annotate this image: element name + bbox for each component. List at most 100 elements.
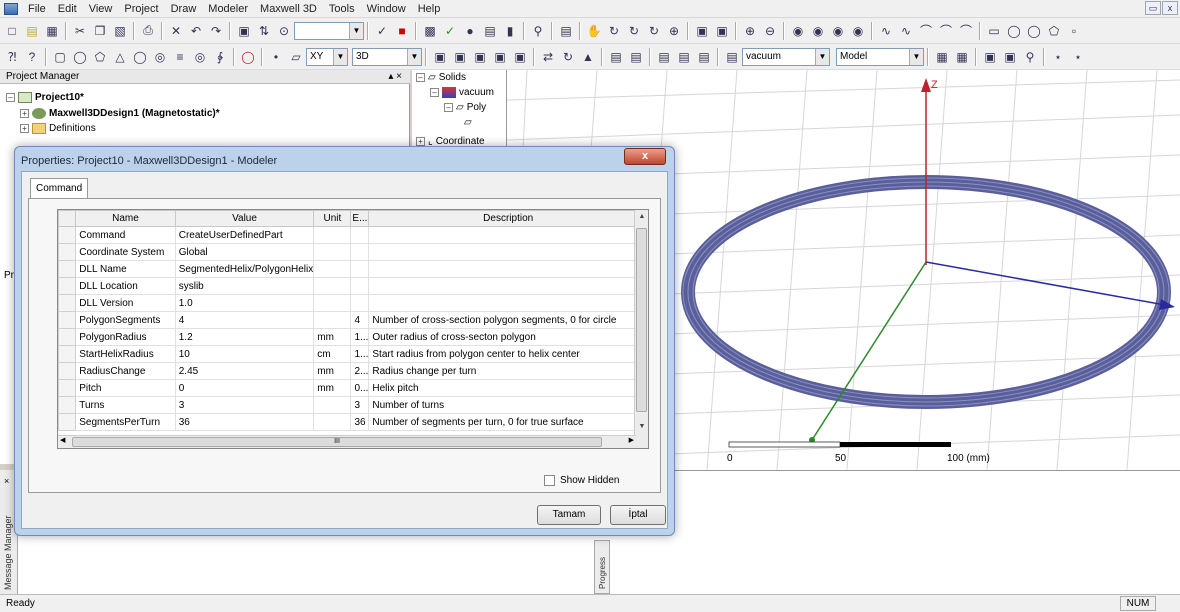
object-cs-icon[interactable]: ⚲ (1022, 49, 1038, 65)
scroll-down-icon[interactable]: ▼ (635, 420, 648, 434)
selection-combo[interactable]: ▼ (294, 21, 364, 40)
drawing-dimension-select[interactable]: 3D ▼ (352, 47, 422, 66)
undo-icon[interactable]: ↶ (188, 23, 204, 39)
polygon-icon[interactable]: ⬠ (1046, 23, 1062, 39)
table-row[interactable]: DLL Location syslib (58, 277, 648, 295)
face-cs-icon[interactable]: ▣ (1002, 49, 1018, 65)
close-icon[interactable]: x (1162, 1, 1178, 15)
panel-controls[interactable]: ▴ × (388, 70, 402, 83)
scroll-right-icon[interactable]: ▶ (629, 436, 634, 444)
copy-icon[interactable]: ❐ (92, 23, 108, 39)
sweep-axis-icon[interactable]: ▤ (676, 49, 692, 65)
collapse-icon[interactable]: – (444, 103, 453, 112)
helix-icon[interactable]: ≡ (172, 49, 188, 65)
rotate-x-icon[interactable]: ↻ (626, 23, 642, 39)
zoom-icon[interactable]: ⊕ (666, 23, 682, 39)
redo-icon[interactable]: ↷ (208, 23, 224, 39)
drawing-plane-select[interactable]: XY ▼ (306, 47, 348, 66)
pan-icon[interactable]: ✋ (586, 23, 602, 39)
table-row[interactable]: RadiusChange 2.45 mm 2... Radius change per … (58, 362, 648, 380)
duplicate-icon[interactable]: ▤ (608, 49, 624, 65)
model-select[interactable]: Model ▼ (836, 47, 924, 66)
rotate-object-icon[interactable]: ↻ (560, 49, 576, 65)
menu-project[interactable]: Project (118, 3, 164, 15)
column-header-evaluated[interactable]: E... (350, 210, 370, 227)
rectangle-icon[interactable]: ▭ (986, 23, 1002, 39)
chevron-down-icon[interactable]: ▼ (815, 48, 829, 65)
torus-icon[interactable]: ◎ (152, 49, 168, 65)
sweep-path-icon[interactable]: ▤ (656, 49, 672, 65)
cut-icon[interactable]: ✂ (72, 23, 88, 39)
paste-icon[interactable]: ▧ (112, 23, 128, 39)
ok-button[interactable]: Tamam (537, 505, 601, 525)
select-icon[interactable]: ▣ (236, 23, 252, 39)
cancel-button[interactable]: İptal (610, 505, 666, 525)
expand-icon[interactable]: + (20, 109, 29, 118)
snap-settings-icon[interactable]: ⋆ (1070, 49, 1086, 65)
scroll-thumb[interactable] (636, 228, 647, 412)
menu-draw[interactable]: Draw (165, 3, 203, 15)
grid-vertical-scrollbar[interactable]: ▲ ▼ (634, 210, 648, 448)
table-row[interactable]: DLL Version 1.0 (58, 294, 648, 312)
column-header-value[interactable]: Value (174, 210, 315, 227)
search-icon[interactable]: ⚲ (530, 23, 546, 39)
app-icon[interactable] (4, 2, 18, 15)
clipboard-icon[interactable]: ▤ (558, 23, 574, 39)
field-icon[interactable]: ✓ (442, 23, 458, 39)
validate-icon[interactable]: ✓ (374, 23, 390, 39)
rotate-y-icon[interactable]: ↻ (646, 23, 662, 39)
grid-icon[interactable]: ▦ (934, 49, 950, 65)
material-icon[interactable]: ▤ (724, 49, 740, 65)
fit-selection-icon[interactable]: ▣ (714, 23, 730, 39)
record-icon[interactable]: ● (462, 23, 478, 39)
sweep-icon[interactable]: ⇅ (256, 23, 272, 39)
menu-window[interactable]: Window (361, 3, 412, 15)
menu-tools[interactable]: Tools (323, 3, 361, 15)
intersect-icon[interactable]: ▣ (472, 49, 488, 65)
subtract-icon[interactable]: ▣ (452, 49, 468, 65)
box-icon[interactable]: ▢ (52, 49, 68, 65)
arc2-icon[interactable]: ⌒ (938, 23, 954, 39)
whats-this-icon[interactable]: ? (24, 49, 40, 65)
arc-icon[interactable]: ⌒ (918, 23, 934, 39)
equation-icon[interactable]: ⌒ (958, 23, 974, 39)
tree-item-vacuum[interactable]: – vacuum (430, 87, 494, 98)
bondwire-icon[interactable]: ∲ (212, 49, 228, 65)
close-icon[interactable]: × (4, 476, 9, 486)
menu-help[interactable]: Help (412, 3, 447, 15)
tree-item-design[interactable]: + Maxwell3DDesign1 (Magnetostatic)* (20, 108, 220, 119)
unite-icon[interactable]: ▣ (432, 49, 448, 65)
regular-polyhedron-icon[interactable]: ⬠ (92, 49, 108, 65)
open-folder-icon[interactable]: ▤ (24, 23, 40, 39)
move-icon[interactable]: ⇄ (540, 49, 556, 65)
collapse-icon[interactable]: – (416, 73, 425, 82)
column-header-unit[interactable]: Unit (313, 210, 352, 227)
column-header-name[interactable]: Name (75, 210, 176, 227)
menu-modeler[interactable]: Modeler (202, 3, 254, 15)
tree-item-poly[interactable]: – ▱ Poly (444, 102, 486, 113)
menu-edit[interactable]: Edit (52, 3, 83, 15)
grid-horizontal-scrollbar[interactable]: ◀ III ▶ (58, 435, 636, 448)
region-icon[interactable]: ▫ (1066, 23, 1082, 39)
help-icon[interactable]: ⁈ (4, 49, 20, 65)
chevron-down-icon[interactable]: ▼ (333, 48, 347, 65)
menu-file[interactable]: File (22, 3, 52, 15)
sphere-icon[interactable]: ◯ (132, 49, 148, 65)
checkbox-box[interactable] (544, 475, 555, 486)
material-select[interactable]: vacuum ▼ (742, 47, 830, 66)
tree-item-solids[interactable]: – ▱ Solids (416, 72, 466, 83)
chevron-down-icon[interactable]: ▼ (349, 22, 363, 39)
plane-icon[interactable]: ▱ (288, 49, 304, 65)
scatter-icon[interactable]: ⊙ (276, 23, 292, 39)
table-row[interactable]: Turns 3 3 Number of turns (58, 396, 648, 414)
show-all-icon[interactable]: ◉ (830, 23, 846, 39)
delete-icon[interactable]: ✕ (168, 23, 184, 39)
table-row[interactable]: Pitch 0 mm 0... Helix pitch (58, 379, 648, 397)
report-icon[interactable]: ▤ (482, 23, 498, 39)
line-icon[interactable]: ∿ (878, 23, 894, 39)
collapse-icon[interactable]: – (6, 93, 15, 102)
rotate-icon[interactable]: ↻ (606, 23, 622, 39)
chevron-down-icon[interactable]: ▼ (909, 48, 923, 65)
mirror-icon[interactable]: ▲ (580, 49, 596, 65)
expand-icon[interactable]: + (20, 124, 29, 133)
